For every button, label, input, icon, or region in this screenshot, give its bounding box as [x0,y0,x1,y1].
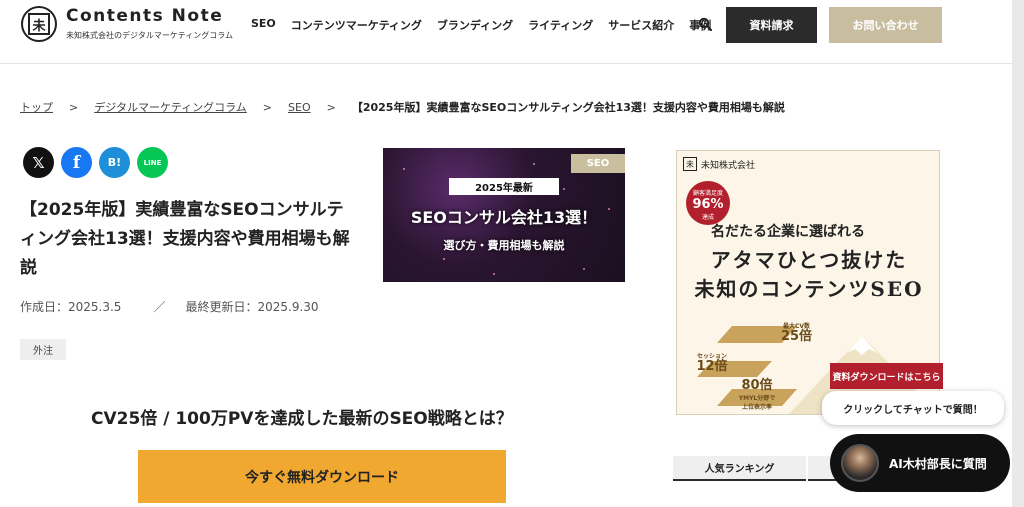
promo-heading: CV25倍 / 100万PVを達成した最新のSEO戦略とは？ [91,409,513,429]
banner-logo: 未 未知株式会社 [683,157,755,171]
nav-item-services[interactable]: サービス紹介 [608,17,674,33]
contact-button[interactable]: お問い合わせ [829,7,942,43]
banner-headline-1: 名だたる企業に選ばれる [711,224,865,240]
banner-headline-3: 未知のコンテンツSEO [694,277,924,301]
x-share-icon[interactable]: 𝕏 [23,147,54,178]
nav-item-seo[interactable]: SEO [251,17,276,33]
page: 未 Contents Note 未知株式会社のデジタルマーケティングコラム SE… [0,0,1024,507]
hero-badge: SEO [571,154,625,173]
stat-ymyl-label: YMYL分野で [738,395,776,402]
free-download-button[interactable]: 今すぐ無料ダウンロード [138,450,506,503]
breadcrumb-column[interactable]: デジタルマーケティングコラム [94,99,247,115]
satisfaction-badge: 顧客満足度 96% 達成 [686,181,730,225]
breadcrumb-seo[interactable]: SEO [288,101,311,114]
banner-company: 未知株式会社 [701,160,756,171]
hero-year: 2025年最新 [449,178,559,195]
logo-mark-text: 未 [28,13,50,35]
stat-ymyl-value: 80倍 [741,378,773,393]
ai-chat-label: AI木村部長に質問 [889,456,987,471]
main-nav: SEO コンテンツマーケティング ブランディング ライティング サービス紹介 事… [251,17,726,33]
nav-item-branding[interactable]: ブランディング [437,17,513,33]
ai-chat-button[interactable]: AI木村部長に質問 [830,434,1010,492]
stat-ymyl-note: 上位表示率 [741,404,772,411]
logo-subtitle: 未知株式会社のデジタルマーケティングコラム [66,31,233,40]
hero-subheadline: 選び方・費用相場も解説 [443,239,565,252]
badge-suffix: 達成 [701,214,714,221]
breadcrumb-top[interactable]: トップ [20,99,53,115]
facebook-share-icon[interactable]: f [61,147,92,178]
logo-icon[interactable]: 未 [21,6,57,42]
hero-headline: SEOコンサル会社13選！ [410,208,598,227]
scrollbar-track[interactable] [1012,0,1024,507]
doc-request-button[interactable]: 資料請求 [726,7,817,43]
line-share-icon[interactable]: LINE [137,147,168,178]
date-divider: ／ [153,300,166,314]
breadcrumb-separator: > [262,100,273,114]
nav-item-writing[interactable]: ライティング [528,17,593,33]
site-header: 未 Contents Note 未知株式会社のデジタルマーケティングコラム SE… [0,0,1012,64]
article-title: 【2025年版】実績豊富なSEOコンサルティング会社13選！支援内容や費用相場も… [20,200,350,278]
breadcrumb-separator: > [69,100,79,114]
badge-value: 96% [692,197,724,212]
stat-session: セッション 12倍 [687,351,737,374]
created-date: 作成日：2025.3.5 [20,300,122,314]
search-icon[interactable] [698,17,712,31]
tab-popular-ranking[interactable]: 人気ランキング [673,456,806,481]
article-dates: 作成日：2025.3.5 ／ 最終更新日：2025.9.30 [20,298,319,315]
updated-date: 最終更新日：2025.9.30 [185,300,319,314]
share-buttons: 𝕏 f B! LINE [23,147,168,178]
banner-headline-2: アタマひとつ抜けた [710,248,908,272]
breadcrumb-current: 【2025年版】実績豊富なSEOコンサルティング会社13選！支援内容や費用相場も… [351,101,785,114]
breadcrumb-separator: > [326,100,336,114]
hero-image: SEO 2025年最新 SEOコンサル会社13選！ 選び方・費用相場も解説 [383,148,625,282]
avatar [841,444,879,482]
stat-cv-value: 25倍 [780,329,813,344]
badge-label: 顧客満足度 [692,190,723,197]
category-tag[interactable]: 外注 [20,339,66,360]
chat-prompt-bubble[interactable]: クリックしてチャットで質問！ [822,391,1004,425]
stat-cv: 最大CV数 25倍 [769,321,824,344]
nav-item-content-marketing[interactable]: コンテンツマーケティング [291,17,422,33]
logo-title[interactable]: Contents Note [66,6,223,26]
breadcrumb: トップ > デジタルマーケティングコラム > SEO > 【2025年版】実績豊… [20,99,785,115]
stat-session-value: 12倍 [696,359,728,374]
banner-download-button[interactable]: 資料ダウンロードはこちら [830,363,943,389]
hatena-bookmark-icon[interactable]: B! [99,147,130,178]
stat-ymyl: 80倍 YMYL分野で 上位表示率 [722,378,792,412]
banner-logo-mark: 未 [683,157,697,171]
